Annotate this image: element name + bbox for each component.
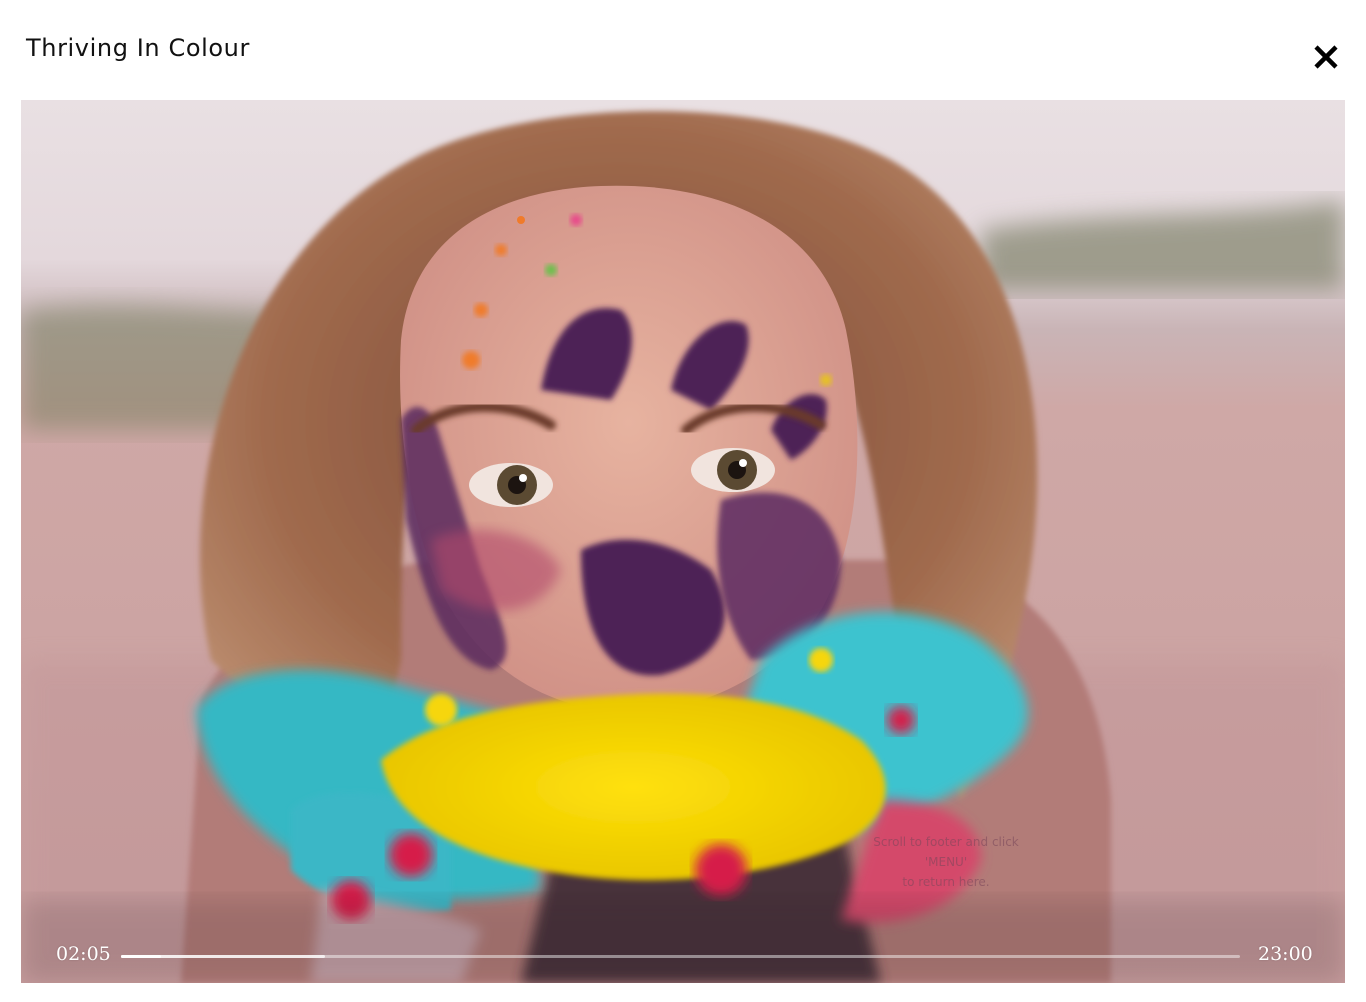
menu-hint: Scroll to footer and click 'MENU' to ret… <box>851 832 1041 892</box>
menu-hint-line-1: Scroll to footer and click 'MENU' <box>873 835 1019 869</box>
close-button[interactable] <box>1306 38 1346 78</box>
current-time: 02:05 <box>56 943 111 965</box>
total-time: 23:00 <box>1258 943 1313 965</box>
video-player[interactable]: Scroll to footer and click 'MENU' to ret… <box>21 100 1345 983</box>
modal-header: Thriving In Colour <box>0 0 1366 100</box>
progress-bar[interactable] <box>121 954 1240 959</box>
video-frame <box>21 100 1345 983</box>
video-modal: Thriving In Colour Scroll to footer and … <box>0 0 1366 1002</box>
modal-title: Thriving In Colour <box>26 34 250 62</box>
menu-hint-line-2: to return here. <box>902 875 990 889</box>
close-icon <box>1314 45 1338 69</box>
progress-played <box>121 955 162 958</box>
